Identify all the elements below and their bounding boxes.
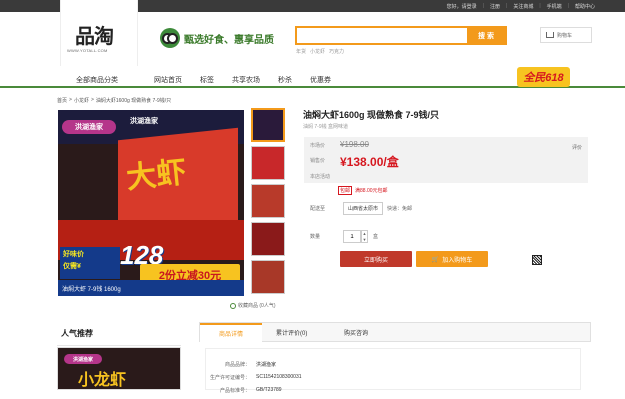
thumbnail[interactable]: [251, 222, 285, 256]
brand-badge-box: 洪湖渔家: [130, 118, 158, 125]
hot-keywords: 年货 小龙虾 巧克力: [296, 48, 344, 55]
spec-row: 生产许可证编号： SC11542108300031: [209, 374, 302, 381]
sale-price-label: 销售价: [310, 158, 326, 164]
thumbnail[interactable]: [251, 108, 285, 142]
region-select[interactable]: 山西省太原市: [343, 202, 384, 215]
product-title: 油焖大虾1600g 现做熟食 7-9钱/只: [303, 110, 440, 120]
thumbnail[interactable]: [251, 146, 285, 180]
coupon-tag: 包邮: [338, 186, 353, 195]
help-link[interactable]: 帮助中心: [575, 3, 595, 10]
price-box: 市场价 ¥198.00 销售价 ¥138.00/盒 本店活动 评价: [304, 137, 588, 183]
cart-label: 购物车: [557, 32, 573, 39]
sidebar-title: 人气推荐: [57, 322, 181, 346]
hot-keyword[interactable]: 巧克力: [329, 48, 344, 55]
category-underline: [68, 86, 130, 88]
nav-home[interactable]: 网站首页: [154, 75, 182, 85]
image-subcaption: 油焖大虾 7-9钱 1600g: [58, 280, 244, 296]
coupon-text: 满88.00元包邮: [355, 188, 388, 194]
detail-tabs: 商品详情 累计评价(0) 购买咨询: [199, 322, 591, 342]
tab-details[interactable]: 商品详情: [200, 323, 262, 342]
cart-button[interactable]: 购物车: [540, 27, 592, 43]
thumbnail[interactable]: [251, 184, 285, 218]
logo-url: WWW.YOTALL.COM: [67, 48, 108, 53]
nav-farm[interactable]: 共享农场: [232, 75, 260, 85]
image-price-tag: 好味价 仅需¥: [60, 247, 120, 279]
thumbnail-list: [251, 108, 285, 298]
thumbnail[interactable]: [251, 260, 285, 294]
breadcrumb: 首页 > 小龙虾 > 油焖大虾1600g 现做熟食 7-9钱/只: [57, 97, 172, 104]
tab-consult[interactable]: 购买咨询: [334, 323, 378, 342]
activity-label: 本店活动: [310, 174, 331, 180]
buy-now-button[interactable]: 立即购买: [340, 251, 412, 267]
spec-row: 产品标准号： GB/T23789: [219, 387, 282, 394]
top-links: 您好，请登录 | 注册 | 关注商城 | 手机端 | 帮助中心: [446, 3, 595, 10]
follow-link[interactable]: 关注商城: [513, 3, 533, 10]
site-logo[interactable]: 品淘 WWW.YOTALL.COM: [60, 0, 138, 66]
mobile-link[interactable]: 手机端: [547, 3, 562, 10]
heart-icon: [230, 302, 236, 309]
sidebar-product-image[interactable]: 洪湖渔家 小龙虾: [57, 347, 181, 390]
owl-icon: [160, 28, 180, 48]
favorite[interactable]: 收藏商品 (0人气): [230, 302, 276, 309]
slogan: 甄选好食、惠享品质: [160, 28, 274, 48]
search-input[interactable]: [297, 28, 469, 43]
detail-specs: 商品品牌： 洪湖渔家 生产许可证编号： SC11542108300031 产品标准号…: [205, 348, 581, 394]
hot-keyword[interactable]: 年货: [296, 48, 306, 55]
nav-seckill[interactable]: 秒杀: [278, 75, 292, 85]
ship-note: 快递：免邮: [387, 206, 413, 212]
image-char: 大虾: [124, 155, 188, 196]
market-price: ¥198.00: [340, 140, 369, 149]
quantity-stepper: ▲▼: [343, 230, 369, 243]
brand-badge: 洪湖渔家: [62, 120, 116, 134]
product-subtitle: 油焖 7-9钱 盒网味道: [303, 124, 349, 130]
sale-price: ¥138.00/盒: [340, 155, 399, 169]
breadcrumb-current: 油焖大虾1600g 现做熟食 7-9钱/只: [95, 98, 172, 104]
quantity-input[interactable]: [343, 230, 362, 243]
nav-tags[interactable]: 标签: [200, 75, 214, 85]
coupon-row: 包邮 满88.00元包邮: [338, 186, 388, 195]
register-link[interactable]: 注册: [490, 3, 500, 10]
promo-banner[interactable]: 全民618: [517, 67, 570, 87]
hot-keyword[interactable]: 小龙虾: [310, 48, 325, 55]
logo-mark: 品淘: [75, 24, 114, 48]
market-price-label: 市场价: [310, 143, 326, 149]
reviews-link[interactable]: 评价: [572, 144, 582, 151]
cart-icon: [546, 32, 554, 38]
quantity-arrows[interactable]: ▲ ▼: [361, 230, 369, 243]
breadcrumb-category[interactable]: 小龙虾: [74, 97, 89, 104]
search-box: 搜 索: [295, 26, 507, 45]
cart-icon: 🛒: [431, 256, 440, 263]
slogan-text: 甄选好食、惠享品质: [184, 34, 274, 46]
add-to-cart-button[interactable]: 🛒 加入购物车: [416, 251, 488, 267]
login-link[interactable]: 您好，请登录: [447, 3, 477, 10]
all-categories[interactable]: 全部商品分类: [76, 75, 118, 85]
nav-coupons[interactable]: 优惠券: [310, 75, 331, 85]
search-button[interactable]: 搜 索: [467, 28, 505, 43]
breadcrumb-home[interactable]: 首页: [57, 97, 67, 104]
shipping-row: 配送至 山西省太原市 快递：免邮: [310, 202, 412, 215]
spec-row: 商品品牌： 洪湖渔家: [224, 362, 277, 368]
tab-reviews[interactable]: 累计评价(0): [266, 323, 317, 342]
product-main-image: 洪湖渔家 洪湖渔家 大虾 好味价 仅需¥ 128 2份立减30元 油焖大虾 7-…: [58, 110, 244, 296]
qr-code-icon[interactable]: [532, 255, 542, 265]
quantity-row: 数量 ▲▼ 盒: [310, 230, 378, 243]
